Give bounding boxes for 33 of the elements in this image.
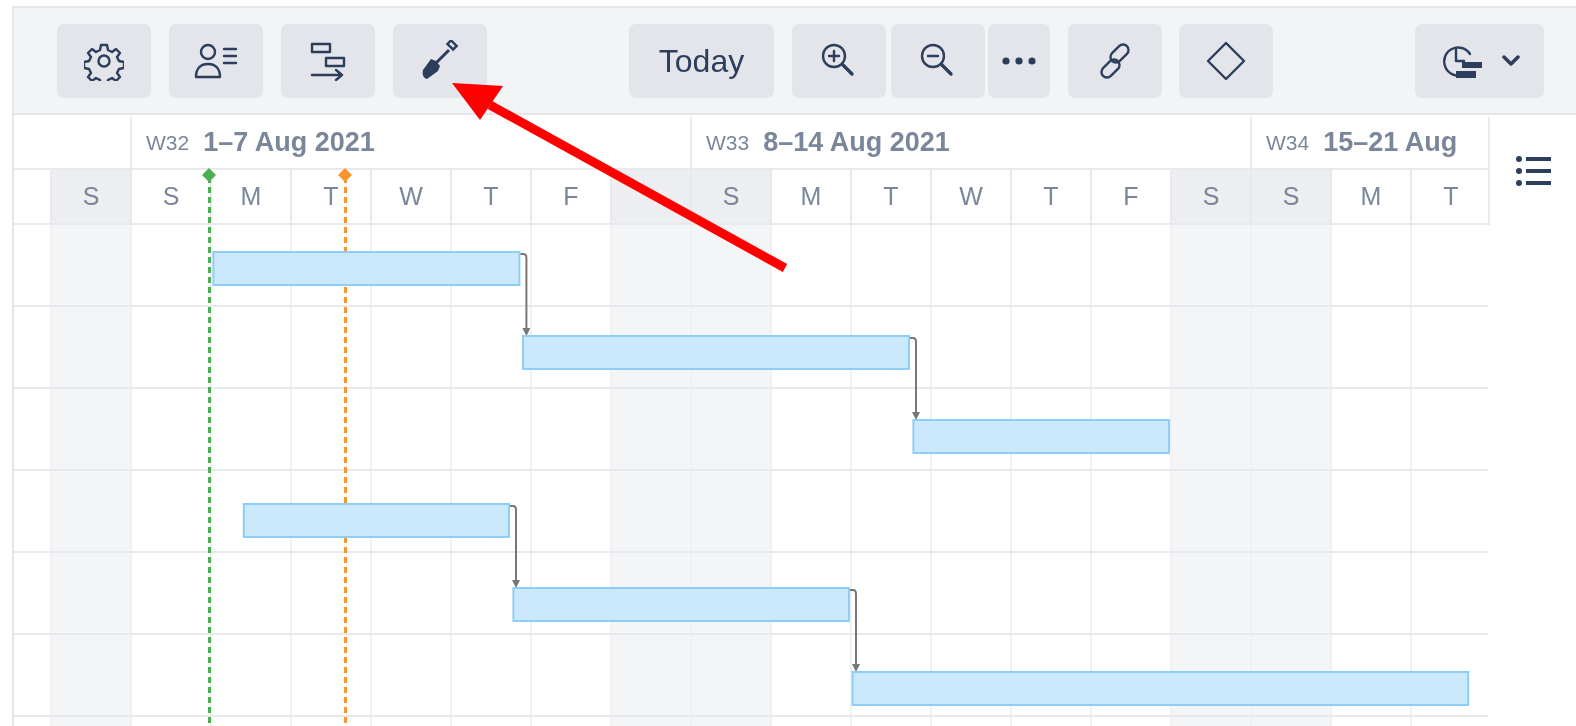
zoom-out-button[interactable] [891,23,985,98]
today-button[interactable]: Today [629,23,774,98]
diamond-icon [1206,40,1246,81]
schedule-button[interactable] [281,23,375,98]
week-range: 1–7 Aug 2021 [203,126,375,160]
day-label: W [370,170,450,223]
shovel-button[interactable] [393,23,487,98]
caret-icon [1501,55,1520,66]
day-label: T [850,170,930,223]
more-button[interactable] [988,23,1050,98]
day-label: S [1170,170,1250,223]
week-range: 15–21 Aug [1323,126,1458,160]
link-button[interactable] [1068,23,1162,98]
day-label: T [450,170,530,223]
day-label: S [690,170,770,223]
week-number: W32 [146,129,190,156]
settings-button[interactable] [57,23,151,98]
week-number: W34 [1266,129,1310,156]
schedule-icon [308,40,348,81]
day-label: M [770,170,850,223]
diamond-button[interactable] [1179,23,1273,98]
day-label: S [1250,170,1330,223]
day-label: T [1010,170,1090,223]
week-range: 8–14 Aug 2021 [763,126,950,160]
baseline-dropdown[interactable] [1415,23,1544,98]
more-icon [1002,56,1036,65]
week-number: W33 [706,129,750,156]
list-icon[interactable] [1515,155,1551,187]
day-label: M [1330,170,1410,223]
zoom-in-button[interactable] [792,23,886,98]
day-label: W [930,170,1010,223]
person-list-button[interactable] [169,23,263,98]
day-label: S [50,170,130,223]
